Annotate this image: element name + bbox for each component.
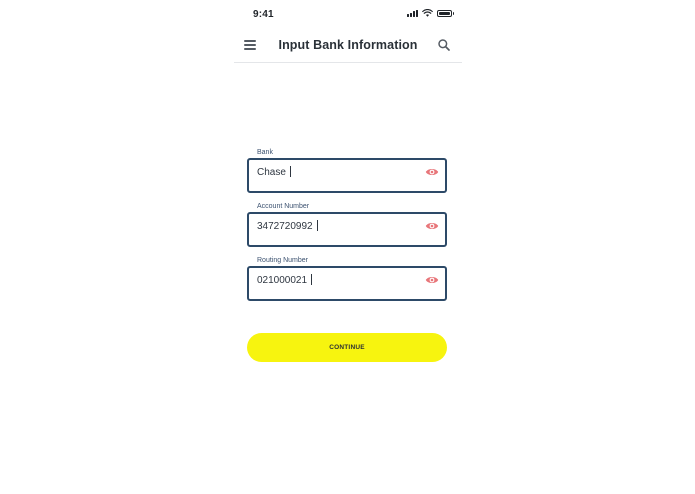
continue-button[interactable]: CONTINUE <box>247 333 447 362</box>
eye-icon[interactable] <box>425 221 439 231</box>
app-header: Input Bank Information <box>234 30 462 63</box>
status-time: 9:41 <box>253 9 274 20</box>
account-number-value: 3472720992 <box>257 221 313 232</box>
signal-icon <box>407 9 418 17</box>
wifi-icon <box>422 9 433 17</box>
routing-number-field-group: Routing Number 021000021 <box>247 256 447 301</box>
status-icons <box>407 9 454 17</box>
search-icon[interactable] <box>437 38 451 52</box>
phone-screen: 9:41 Input Bank Information Bank Chase A… <box>234 0 462 494</box>
bank-label: Bank <box>257 149 273 156</box>
bank-field-group: Bank Chase <box>247 148 447 193</box>
battery-icon <box>437 9 454 17</box>
account-number-label: Account Number <box>257 203 310 210</box>
eye-icon[interactable] <box>425 275 439 285</box>
text-cursor <box>316 220 318 231</box>
routing-number-label: Routing Number <box>257 257 308 264</box>
text-cursor <box>311 274 313 285</box>
account-number-input[interactable]: 3472720992 <box>247 212 447 247</box>
page-title: Input Bank Information <box>278 38 418 52</box>
routing-number-value: 021000021 <box>257 275 308 286</box>
status-bar: 9:41 <box>234 0 462 30</box>
bank-input[interactable]: Chase <box>247 158 447 193</box>
eye-icon[interactable] <box>425 167 439 177</box>
account-number-field-group: Account Number 3472720992 <box>247 202 447 247</box>
bank-value: Chase <box>257 167 286 178</box>
routing-number-input[interactable]: 021000021 <box>247 266 447 301</box>
text-cursor <box>289 166 291 177</box>
